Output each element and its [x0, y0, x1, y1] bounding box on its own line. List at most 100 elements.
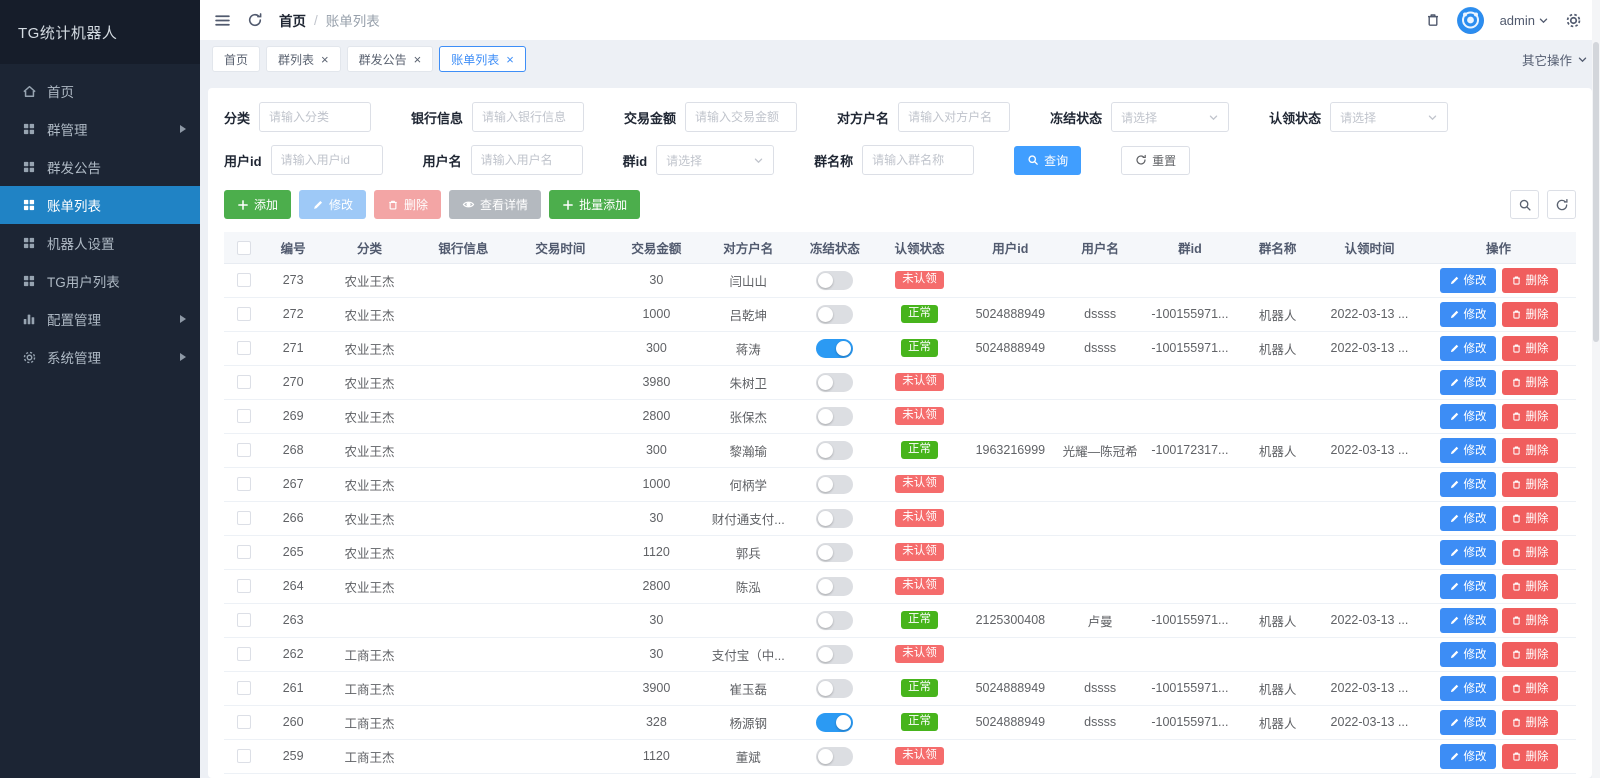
frozen-toggle[interactable] [816, 372, 854, 392]
row-delete-button[interactable]: 删除 [1501, 403, 1558, 429]
reset-button[interactable]: 重置 [1121, 145, 1191, 175]
sidebar-item-7[interactable]: 配置管理 [0, 300, 200, 338]
tab-4[interactable]: 账单列表 × [439, 46, 526, 72]
scrollbar-thumb[interactable] [1593, 42, 1599, 342]
tab-3[interactable]: 群发公告 × [346, 46, 434, 72]
add-button[interactable]: 添加 [224, 190, 292, 219]
filter-input[interactable] [685, 102, 798, 132]
row-delete-button[interactable]: 删除 [1501, 539, 1558, 565]
frozen-toggle[interactable] [816, 678, 854, 698]
frozen-toggle[interactable] [816, 542, 854, 562]
row-delete-button[interactable]: 删除 [1501, 369, 1558, 395]
row-edit-button[interactable]: 修改 [1439, 505, 1496, 531]
row-edit-button[interactable]: 修改 [1439, 675, 1496, 701]
row-checkbox[interactable] [236, 375, 251, 390]
row-edit-button[interactable]: 修改 [1439, 403, 1496, 429]
filter-input[interactable] [259, 102, 372, 132]
row-edit-button[interactable]: 修改 [1439, 743, 1496, 769]
row-checkbox[interactable] [236, 409, 251, 424]
row-delete-button[interactable]: 删除 [1501, 335, 1558, 361]
vertical-scrollbar[interactable] [1592, 0, 1600, 778]
frozen-toggle[interactable] [816, 440, 854, 460]
filter-input[interactable] [470, 145, 583, 175]
filter-input[interactable] [270, 145, 383, 175]
row-edit-button[interactable]: 修改 [1439, 369, 1496, 395]
row-checkbox[interactable] [236, 613, 251, 628]
tab-1[interactable]: 首页 [212, 46, 261, 72]
row-checkbox[interactable] [236, 647, 251, 662]
row-edit-button[interactable]: 修改 [1439, 437, 1496, 463]
filter-select[interactable]: 请选择 [656, 145, 775, 175]
row-edit-button[interactable]: 修改 [1439, 607, 1496, 633]
user-menu[interactable]: admin [1500, 13, 1549, 28]
row-checkbox[interactable] [236, 681, 251, 696]
frozen-toggle[interactable] [816, 712, 854, 732]
row-delete-button[interactable]: 删除 [1501, 607, 1558, 633]
row-delete-button[interactable]: 删除 [1501, 675, 1558, 701]
sidebar-item-6[interactable]: TG用户列表 [0, 262, 200, 300]
close-icon[interactable]: × [506, 53, 514, 66]
frozen-toggle[interactable] [816, 304, 854, 324]
filter-select[interactable]: 请选择 [1111, 102, 1230, 132]
filter-input[interactable] [862, 145, 975, 175]
frozen-toggle[interactable] [816, 270, 854, 290]
filter-input[interactable] [472, 102, 585, 132]
frozen-toggle[interactable] [816, 508, 854, 528]
row-delete-button[interactable]: 删除 [1501, 267, 1558, 293]
trash-icon[interactable] [1425, 12, 1441, 28]
table-refresh-button[interactable] [1547, 190, 1576, 219]
row-checkbox[interactable] [236, 749, 251, 764]
row-checkbox[interactable] [236, 579, 251, 594]
row-delete-button[interactable]: 删除 [1501, 505, 1558, 531]
other-actions-dropdown[interactable]: 其它操作 [1522, 50, 1588, 69]
row-checkbox[interactable] [236, 443, 251, 458]
row-edit-button[interactable]: 修改 [1439, 267, 1496, 293]
row-delete-button[interactable]: 删除 [1501, 471, 1558, 497]
row-checkbox[interactable] [236, 545, 251, 560]
frozen-toggle[interactable] [816, 406, 854, 426]
avatar[interactable] [1456, 6, 1484, 34]
sidebar-item-2[interactable]: 群管理 [0, 110, 200, 148]
row-checkbox[interactable] [236, 511, 251, 526]
row-delete-button[interactable]: 删除 [1501, 437, 1558, 463]
sidebar-item-8[interactable]: 系统管理 [0, 338, 200, 376]
row-edit-button[interactable]: 修改 [1439, 573, 1496, 599]
sidebar-item-3[interactable]: 群发公告 [0, 148, 200, 186]
row-checkbox[interactable] [236, 341, 251, 356]
tab-2[interactable]: 群列表 × [266, 46, 341, 72]
query-button[interactable]: 查询 [1014, 145, 1082, 175]
refresh-icon[interactable] [247, 12, 263, 28]
delete-button[interactable]: 删除 [374, 190, 442, 219]
hamburger-icon[interactable] [214, 12, 231, 29]
select-all-checkbox[interactable] [236, 240, 251, 255]
close-icon[interactable]: × [414, 53, 422, 66]
close-icon[interactable]: × [321, 53, 329, 66]
row-edit-button[interactable]: 修改 [1439, 471, 1496, 497]
table-search-button[interactable] [1510, 190, 1539, 219]
row-delete-button[interactable]: 删除 [1501, 709, 1558, 735]
filter-input[interactable] [898, 102, 1011, 132]
row-checkbox[interactable] [236, 307, 251, 322]
row-delete-button[interactable]: 删除 [1501, 743, 1558, 769]
row-edit-button[interactable]: 修改 [1439, 641, 1496, 667]
breadcrumb-home[interactable]: 首页 [279, 10, 306, 30]
frozen-toggle[interactable] [816, 474, 854, 494]
row-checkbox[interactable] [236, 715, 251, 730]
frozen-toggle[interactable] [816, 576, 854, 596]
sidebar-item-5[interactable]: 机器人设置 [0, 224, 200, 262]
batch-add-button[interactable]: 批量添加 [549, 190, 641, 219]
row-edit-button[interactable]: 修改 [1439, 301, 1496, 327]
view-detail-button[interactable]: 查看详情 [449, 190, 542, 219]
row-checkbox[interactable] [236, 477, 251, 492]
row-edit-button[interactable]: 修改 [1439, 709, 1496, 735]
row-edit-button[interactable]: 修改 [1439, 335, 1496, 361]
frozen-toggle[interactable] [816, 338, 854, 358]
gear-icon[interactable] [1565, 12, 1582, 29]
frozen-toggle[interactable] [816, 610, 854, 630]
sidebar-item-4[interactable]: 账单列表 [0, 186, 200, 224]
filter-select[interactable]: 请选择 [1330, 102, 1449, 132]
row-checkbox[interactable] [236, 273, 251, 288]
frozen-toggle[interactable] [816, 746, 854, 766]
sidebar-item-1[interactable]: 首页 [0, 72, 200, 110]
row-edit-button[interactable]: 修改 [1439, 539, 1496, 565]
